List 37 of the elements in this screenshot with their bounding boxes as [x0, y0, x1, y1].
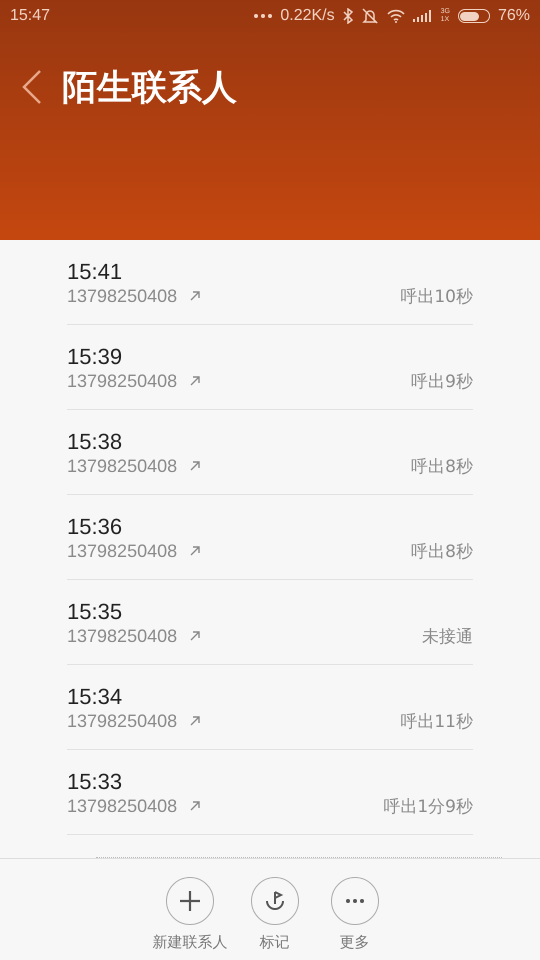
phone-number: 13798250408: [67, 710, 178, 732]
phone-number: 13798250408: [67, 456, 178, 476]
phone-number: 13798250408: [67, 286, 178, 306]
phone-number: 13798250408: [67, 626, 178, 646]
call-result: 未接通: [422, 626, 473, 648]
call-result: 呼出10秒: [400, 286, 473, 308]
network-speed: 0.22K/s: [280, 7, 335, 25]
phone-number: 13798250408: [67, 796, 178, 816]
plus-icon: [178, 889, 202, 913]
call-time: 15:38: [67, 428, 124, 454]
more-button[interactable]: 更多: [322, 877, 388, 960]
new-contact-button[interactable]: 新建联系人: [152, 877, 228, 960]
call-result: 呼出8秒: [411, 456, 473, 478]
signal-icon: [412, 10, 433, 22]
bluetooth-icon: [342, 8, 353, 24]
call-result: 呼出9秒: [411, 370, 473, 392]
phone-number: 13798250408: [67, 370, 178, 392]
call-time: 15:36: [67, 514, 124, 540]
call-result: 呼出8秒: [411, 540, 473, 562]
call-time: 15:35: [67, 598, 124, 624]
call-time: 15:39: [67, 344, 124, 370]
call-time: 15:41: [67, 258, 124, 284]
battery-percent: 76%: [498, 7, 530, 25]
battery-icon: [458, 9, 490, 23]
more-icon: [346, 899, 364, 903]
call-time: 15:33: [67, 768, 124, 794]
mark-button[interactable]: 标记: [242, 877, 308, 960]
page-title: 陌生联系人: [62, 66, 237, 110]
status-time: 15:47: [10, 7, 50, 25]
phone-number: 13798250408: [67, 540, 178, 562]
wifi-icon: [386, 9, 405, 23]
more-icon: [254, 14, 272, 18]
call-result: 呼出1分9秒: [383, 796, 473, 818]
call-result: 呼出11秒: [400, 710, 473, 732]
back-icon[interactable]: [22, 70, 42, 104]
call-time: 15:34: [67, 684, 124, 710]
muted-bell-icon: [360, 7, 379, 25]
